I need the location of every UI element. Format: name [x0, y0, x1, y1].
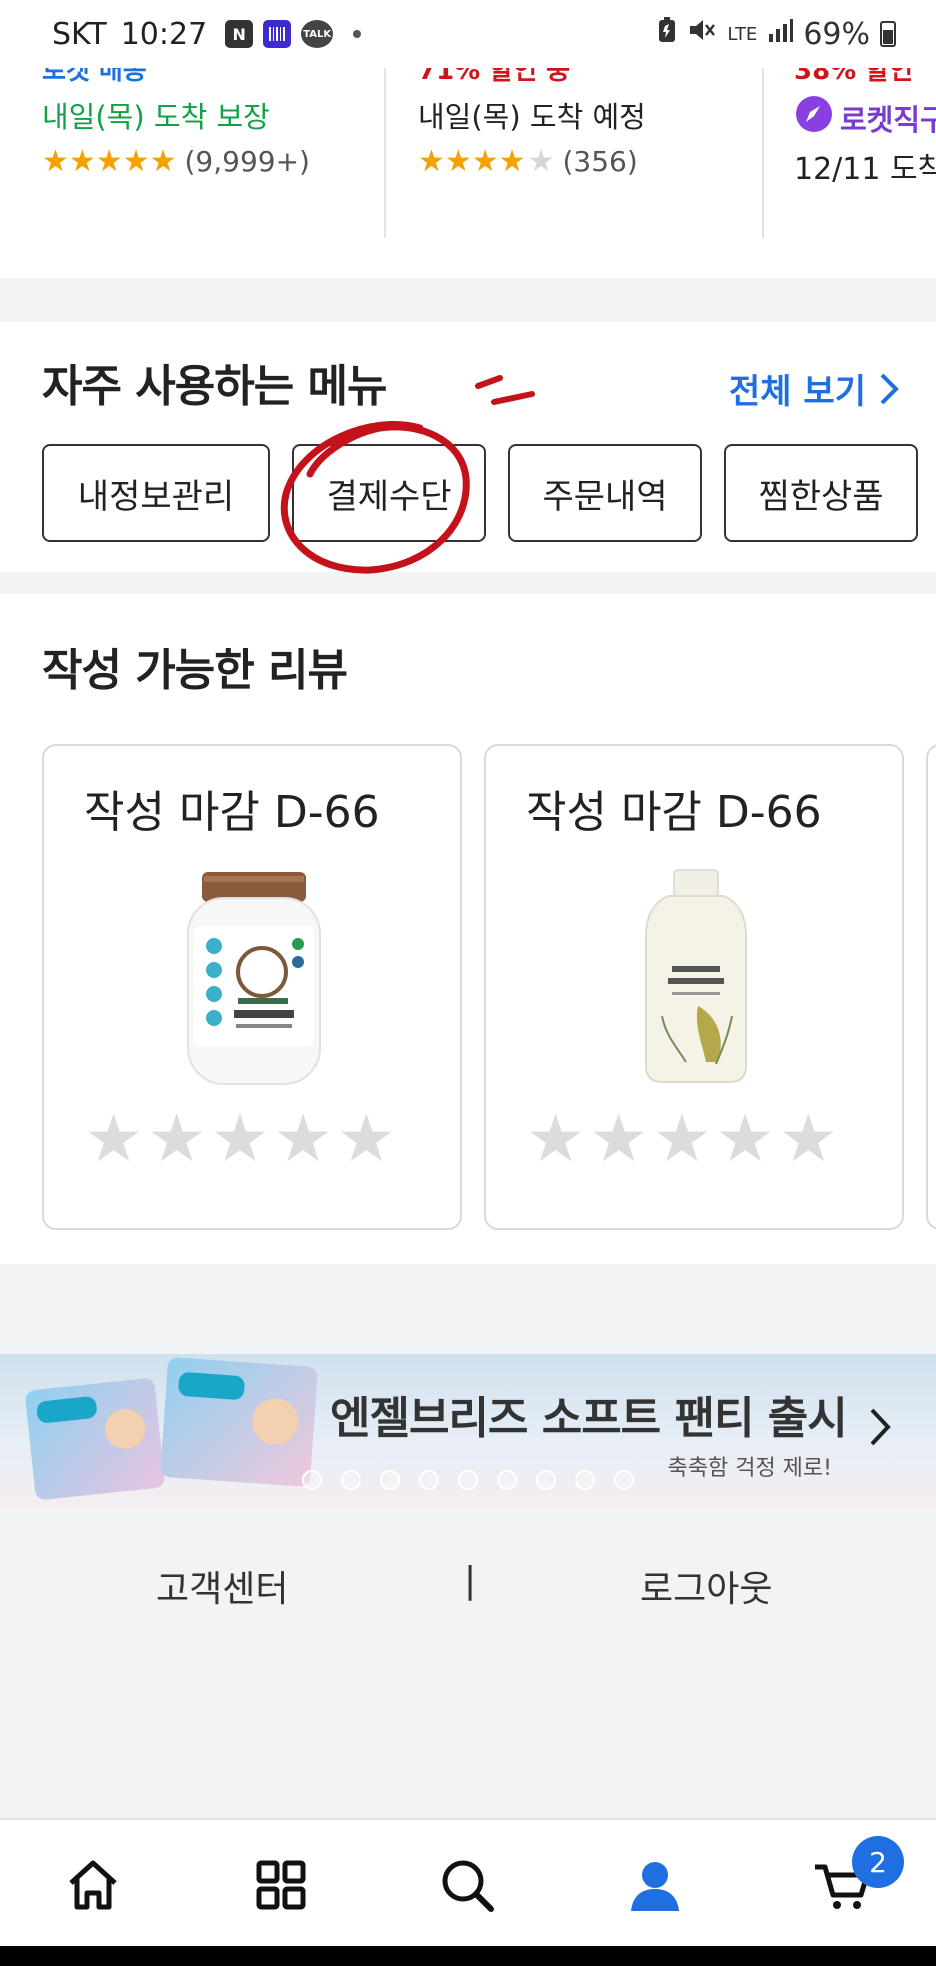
battery-icon [880, 21, 896, 47]
review-card[interactable]: 작성 마감 D-66 ★ ★ ★ ★ ★ [484, 744, 904, 1230]
diaper-pack-image [159, 1356, 319, 1488]
search-icon[interactable] [432, 1850, 502, 1920]
battery-saver-icon [657, 16, 677, 52]
review-card[interactable]: 작성 마감 D-66 ★ ★ ★ ★ ★ [42, 744, 462, 1230]
carousel-dot[interactable] [302, 1470, 322, 1490]
star-icon[interactable]: ★ [716, 1106, 775, 1172]
battery-percent: 69% [803, 16, 870, 52]
review-deadline: 작성 마감 D-66 [526, 787, 822, 838]
star-icon[interactable]: ★ [84, 1106, 143, 1172]
barcode-app-icon [263, 20, 292, 48]
promo-banner[interactable]: 엔젤브리즈 소프트 팬티 출시 축축함 걱정 제로! [0, 1354, 936, 1508]
star-icon[interactable]: ★ [652, 1106, 711, 1172]
arrival-text: 내일(목) 도착 보장 [42, 100, 270, 134]
footer-separator: | [464, 1560, 477, 1601]
review-count: (356) [562, 145, 638, 178]
arrival-text: 내일(목) 도착 예정 [418, 100, 646, 134]
star-icon[interactable]: ★ [210, 1106, 269, 1172]
chevron-right-icon[interactable] [868, 1406, 892, 1448]
banner-subtitle: 축축함 걱정 제로! [667, 1456, 833, 1481]
carrier-label: SKT [52, 16, 107, 52]
rating-stars: ★★★★★ (9,999+) [42, 144, 310, 179]
review-count: (9,999+) [184, 145, 310, 178]
carousel-dot[interactable] [380, 1470, 400, 1490]
signal-icon [767, 17, 794, 52]
review-card-peek[interactable] [926, 744, 936, 1230]
rocket-delivery-badge: 로켓 배송 [42, 68, 147, 86]
star-icon[interactable]: ★ [589, 1106, 648, 1172]
section-title: 작성 가능한 리뷰 [42, 645, 348, 696]
review-deadline: 작성 마감 D-66 [84, 787, 380, 838]
logout-link[interactable]: 로그아웃 [640, 1560, 772, 1612]
menu-my-info[interactable]: 내정보관리 [42, 444, 270, 542]
bottom-navigation: 2 [0, 1818, 936, 1946]
arrival-text: 12/11 도착 [794, 152, 936, 187]
diaper-pack-image [24, 1377, 166, 1501]
kakaotalk-icon: TALK [301, 20, 334, 48]
category-icon[interactable] [246, 1850, 316, 1920]
discount-badge: 71% 할인 중 [418, 68, 571, 86]
menu-order-history[interactable]: 주문내역 [508, 444, 702, 542]
rating-stars: ★★★★ ★ (356) [418, 144, 638, 179]
customer-center-link[interactable]: 고객센터 [156, 1560, 288, 1612]
recommended-products-strip: 로켓 배송 내일(목) 도착 보장 ★★★★★ (9,999+) 71% 할인 … [0, 68, 936, 278]
star-rating-input[interactable]: ★ ★ ★ ★ ★ [526, 1106, 838, 1172]
writable-reviews-section: 작성 가능한 리뷰 작성 마감 D-66 ★ ★ ★ ★ ★ 작성 마감 D-6… [0, 594, 936, 1264]
carousel-indicator [302, 1470, 634, 1490]
section-title: 자주 사용하는 메뉴 [42, 361, 387, 412]
system-nav-bar [0, 1946, 936, 1966]
my-account-icon[interactable] [620, 1850, 690, 1920]
carousel-dot[interactable] [614, 1470, 634, 1490]
star-rating-input[interactable]: ★ ★ ★ ★ ★ [84, 1106, 396, 1172]
star-icon[interactable]: ★ [274, 1106, 333, 1172]
more-notifications-icon [353, 30, 362, 38]
discount-badge: 38% 할인 [794, 68, 914, 86]
carousel-dot[interactable] [341, 1470, 361, 1490]
rocket-direct-badge: 로켓직구 [794, 94, 936, 141]
chevron-right-icon [880, 373, 899, 404]
divider [762, 68, 764, 238]
menu-payment-methods[interactable]: 결제수단 [292, 444, 486, 542]
footer-links: 고객센터 | 로그아웃 [0, 1560, 936, 1610]
carousel-dot[interactable] [575, 1470, 595, 1490]
carousel-dot[interactable] [536, 1470, 556, 1490]
naver-icon: N [225, 20, 254, 48]
star-icon[interactable]: ★ [147, 1106, 206, 1172]
banner-title: 엔젤브리즈 소프트 팬티 출시 [330, 1393, 848, 1444]
lte-indicator: LTE [727, 23, 758, 45]
star-icon[interactable]: ★ [337, 1106, 396, 1172]
my-normal-product-image [645, 869, 747, 1083]
red-tick-annotation [475, 375, 535, 405]
carousel-dot[interactable] [497, 1470, 517, 1490]
see-all-link[interactable]: 전체 보기 [729, 364, 900, 413]
frequent-menu-section: 자주 사용하는 메뉴 전체 보기 내정보관리 결제수단 주문내역 찜한상품 [0, 322, 936, 574]
mute-icon [687, 16, 717, 52]
carousel-dot[interactable] [458, 1470, 478, 1490]
cart-count-badge: 2 [852, 1836, 904, 1888]
coconut-oil-product-image [187, 872, 321, 1085]
home-icon[interactable] [58, 1850, 128, 1920]
clock: 10:27 [120, 16, 208, 52]
menu-wishlist[interactable]: 찜한상품 [724, 444, 918, 542]
star-icon[interactable]: ★ [526, 1106, 585, 1172]
star-icon[interactable]: ★ [779, 1106, 838, 1172]
divider [384, 68, 386, 238]
rocket-icon [794, 94, 834, 141]
status-bar: SKT 10:27 N TALK LTE 69% [0, 0, 936, 68]
carousel-dot[interactable] [419, 1470, 439, 1490]
